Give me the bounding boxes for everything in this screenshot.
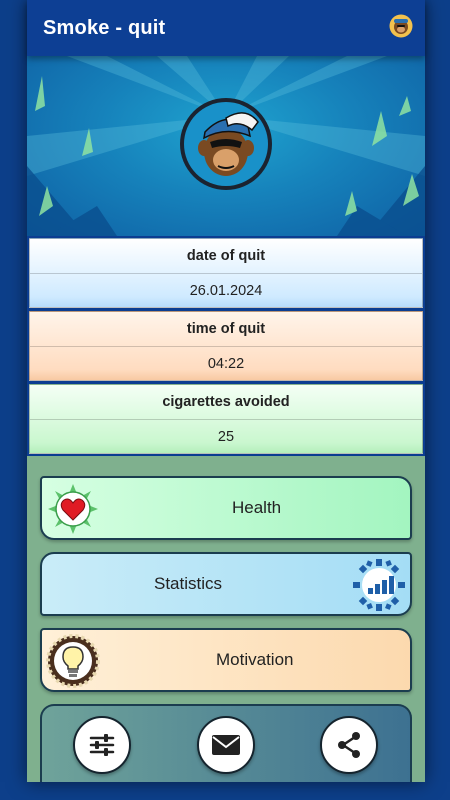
monkey-avatar-icon xyxy=(180,98,272,190)
statistics-label: Statistics xyxy=(154,574,223,593)
share-icon xyxy=(338,732,360,758)
date-of-quit-label: date of quit xyxy=(186,248,266,264)
bar-chart-icon xyxy=(353,559,405,611)
date-of-quit-card: date of quit 26.01.2024 xyxy=(29,238,423,308)
time-of-quit-label: time of quit xyxy=(186,321,266,337)
time-of-quit-value: 04:22 xyxy=(207,356,245,372)
heart-icon xyxy=(48,484,98,534)
mail-button[interactable] xyxy=(197,716,255,774)
motivation-button[interactable]: Motivation xyxy=(40,628,412,692)
date-of-quit-value: 26.01.2024 xyxy=(189,283,263,299)
settings-button[interactable] xyxy=(73,716,131,774)
light-bulb-icon xyxy=(46,634,100,688)
motivation-label: Motivation xyxy=(216,650,294,669)
health-label: Health xyxy=(232,498,282,517)
envelope-icon xyxy=(212,735,240,755)
quit-info-panel: date of quit 26.01.2024 time of quit 04:… xyxy=(27,236,425,456)
health-button[interactable]: Health xyxy=(40,476,412,540)
app-window: Smoke - quit date of quit 26.01.2024 tim… xyxy=(27,0,425,782)
cigarettes-avoided-label: cigarettes avoided xyxy=(162,394,290,410)
app-title: Smoke - quit xyxy=(43,16,166,39)
cigarettes-avoided-card: cigarettes avoided 25 xyxy=(29,384,423,454)
monkey-logo-icon[interactable] xyxy=(389,14,413,38)
time-of-quit-card: time of quit 04:22 xyxy=(29,311,423,381)
cigarettes-avoided-value: 25 xyxy=(217,429,235,445)
main-menu: Health Statistics Motivation xyxy=(27,456,425,782)
app-bar: Smoke - quit xyxy=(27,0,425,56)
sliders-icon xyxy=(89,734,115,756)
header-banner xyxy=(27,56,425,236)
statistics-button[interactable]: Statistics xyxy=(40,552,412,616)
bottom-toolbar xyxy=(40,704,412,782)
share-button[interactable] xyxy=(320,716,378,774)
